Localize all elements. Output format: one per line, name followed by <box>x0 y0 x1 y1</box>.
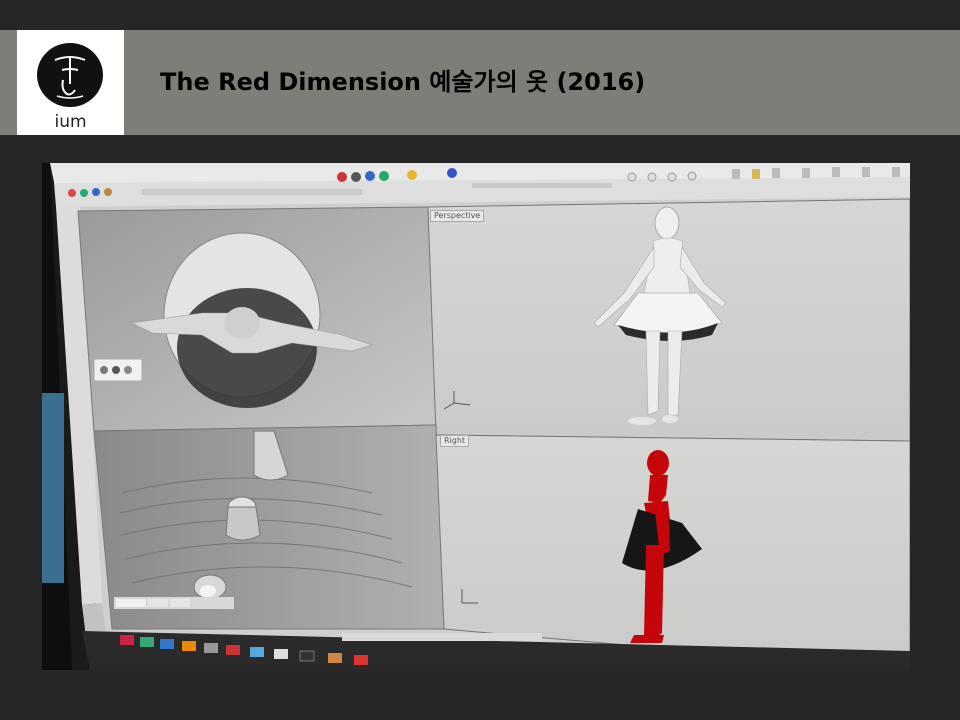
logo-text: ium <box>54 112 87 132</box>
viewport-label-right[interactable]: Right <box>440 435 470 447</box>
slide-title: The Red Dimension 예술가의 옷 (2016) <box>160 68 646 96</box>
ium-logo-icon <box>37 43 103 107</box>
viewport-label-perspective[interactable]: Perspective <box>430 210 485 222</box>
top-strip <box>0 0 960 30</box>
ium-logo: ium <box>17 30 124 135</box>
rhino-screen-photo: Perspective Right <box>42 163 910 670</box>
viewports-illustration <box>42 163 910 670</box>
